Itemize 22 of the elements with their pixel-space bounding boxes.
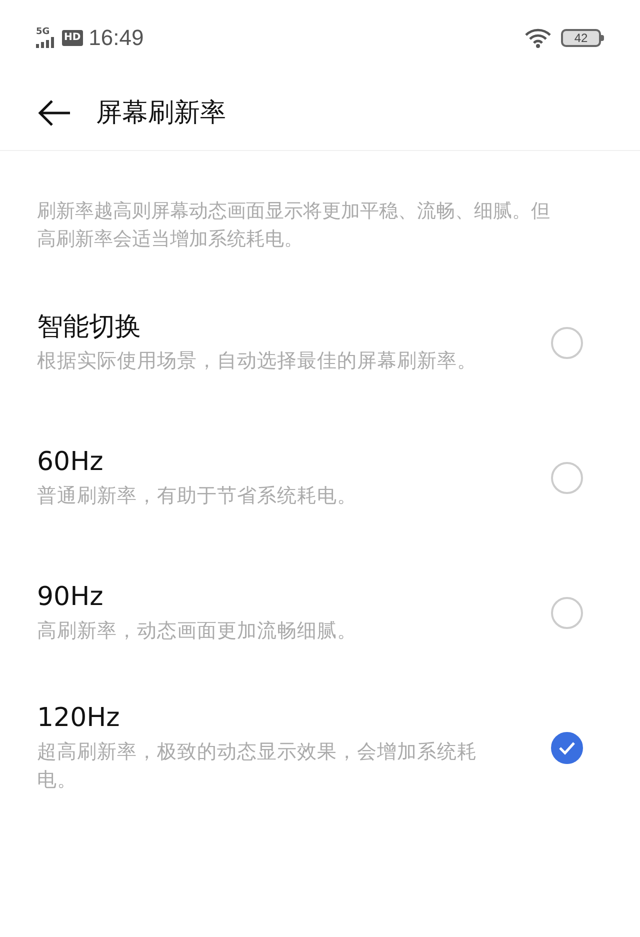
network-label: 5G (36, 28, 50, 36)
radio-button[interactable] (551, 596, 583, 628)
option-title: 60Hz (37, 446, 104, 478)
radio-button[interactable] (551, 326, 583, 358)
option-title: 90Hz (37, 580, 104, 612)
page-title: 屏幕刷新率 (96, 97, 226, 130)
hd-badge: HD (62, 30, 83, 46)
radio-button[interactable] (551, 732, 583, 764)
option-description: 普通刷新率，有助于节省系统耗电。 (37, 482, 358, 508)
back-button[interactable] (38, 98, 72, 126)
option-title: 智能切换 (37, 310, 142, 342)
battery-icon: 42 (561, 28, 601, 46)
option-description: 高刷新率，动态画面更加流畅细腻。 (37, 618, 358, 644)
option-description: 根据实际使用场景，自动选择最佳的屏幕刷新率。 (37, 348, 478, 374)
option-title: 120Hz (37, 702, 121, 734)
signal-icon (36, 36, 56, 48)
wifi-icon (525, 28, 551, 48)
option-description: 超高刷新率，极致的动态显示效果，会增加系统耗电。 (37, 738, 478, 792)
radio-button[interactable] (551, 462, 583, 494)
description-text: 刷新率越高则屏幕动态画面显示将更加平稳、流畅、细腻。但高刷新率会适当增加系统耗电。 (37, 199, 551, 252)
check-icon (558, 740, 576, 754)
clock: 16:49 (88, 24, 144, 50)
